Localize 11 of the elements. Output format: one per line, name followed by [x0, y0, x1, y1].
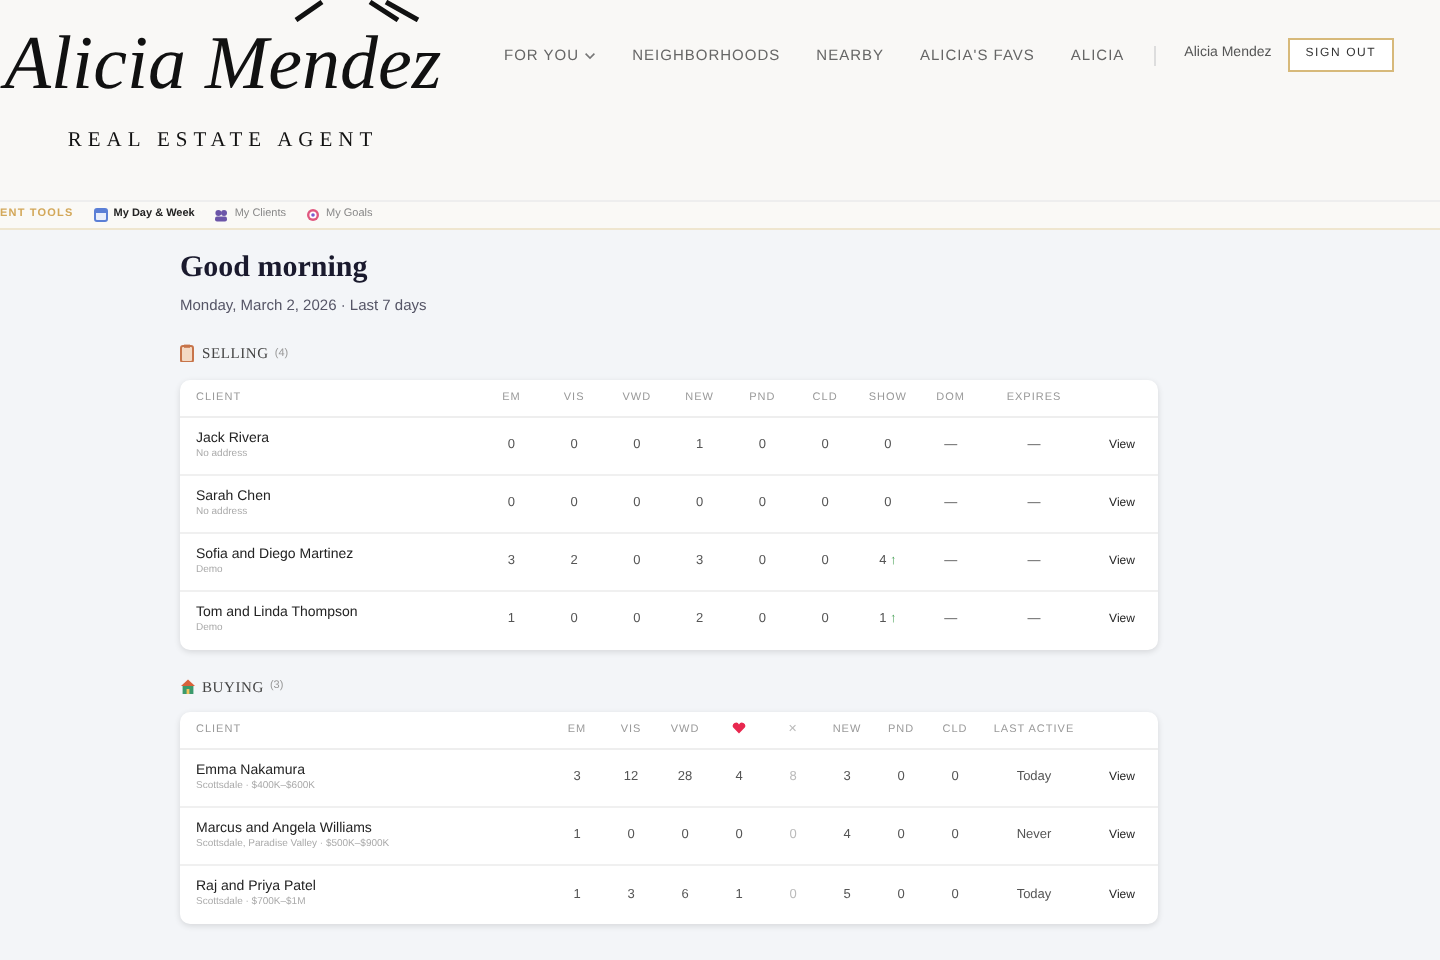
brand-name: Alicia Mendez [4, 26, 442, 102]
greeting: Good morning [180, 254, 370, 284]
clipboard-icon [180, 344, 196, 363]
roof-drawing [294, 0, 422, 22]
people-icon [214, 208, 229, 222]
calendar-icon [93, 208, 108, 222]
heart-icon [732, 722, 746, 735]
chevron-down-icon [584, 51, 597, 60]
target-icon [306, 208, 321, 222]
brand-tagline: REAL ESTATE AGENT [67, 128, 379, 156]
house-icon [180, 677, 196, 696]
